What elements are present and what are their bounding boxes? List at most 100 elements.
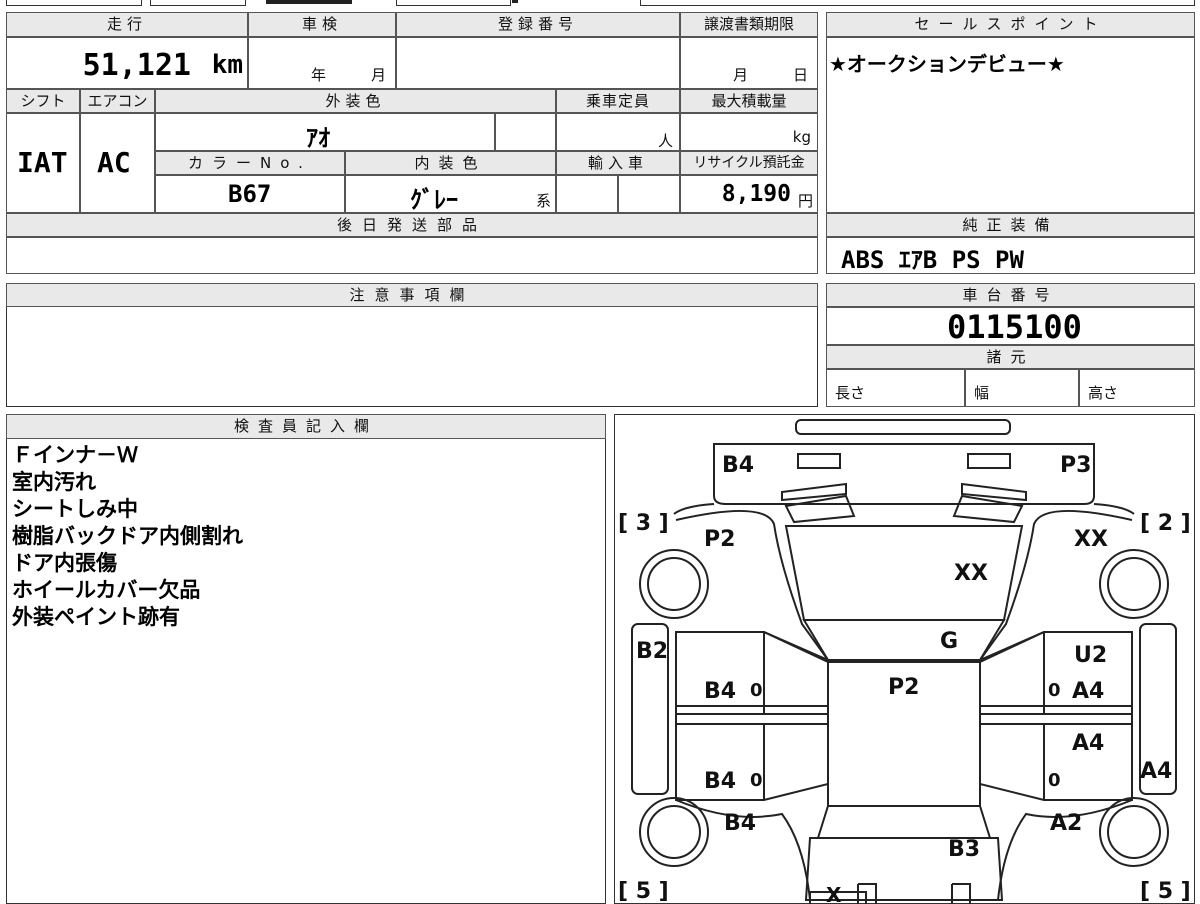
recycle-deposit-value: 8,190 (721, 181, 791, 207)
ac-cell: AC (80, 113, 155, 213)
max-load-unit: kg (792, 128, 811, 146)
mark-p3: P3 (1060, 453, 1091, 478)
bracket-3: [ 3 ] (618, 511, 669, 536)
transfer-deadline-header: 譲渡書類期限 (680, 12, 818, 37)
mark-p2-upper: P2 (704, 527, 735, 552)
length-cell: 長さ (826, 369, 965, 407)
specs-header: 諸元 (826, 345, 1195, 369)
mark-xx-hood: XX (954, 561, 988, 586)
inspector-note-line: 樹脂バックドア内側割れ (12, 524, 243, 548)
import-cell-right (618, 175, 680, 213)
exterior-color-value: ｱｵ (306, 124, 330, 152)
recycle-deposit-cell: 8,190 円 (680, 175, 818, 213)
interior-color-cell: ｸﾞﾚｰ 系 (345, 175, 556, 214)
shift-cell: IAT (6, 113, 80, 213)
inspection-month: 月 (371, 66, 387, 84)
color-no-header: カラーNo. (155, 151, 345, 175)
interior-color-value: ｸﾞﾚｰ (410, 186, 458, 214)
recycle-deposit-unit: 円 (797, 192, 813, 210)
capacity-unit: 人 (657, 132, 673, 150)
mileage-unit: km (211, 50, 243, 80)
notes-body (12, 312, 812, 402)
mileage-value: 51,121 (82, 48, 191, 83)
chassis-number-header: 車台番号 (826, 283, 1195, 307)
height-label: 高さ (1088, 384, 1119, 402)
car-diagram: B4 P3 [ 3 ] [ 2 ] P2 XX XX G B2 U2 B4 0 … (618, 418, 1191, 904)
mark-zero-1: 0 (750, 680, 763, 701)
recycle-deposit-header: リサイクル預託金 (680, 151, 818, 175)
inspection-cell: 年 月 (248, 37, 396, 89)
import-cell-left (556, 175, 618, 213)
later-parts-header: 後日発送部品 (6, 213, 818, 237)
mark-x-bottom: X (826, 883, 842, 904)
standard-equipment-cell: ABS ｴｱB PS PW (826, 237, 1195, 274)
inspector-note-line: シートしみ中 (12, 497, 138, 521)
capacity-cell: 人 (556, 113, 680, 151)
length-label: 長さ (835, 384, 866, 402)
inspection-year: 年 (311, 66, 327, 84)
inspector-note-line: ドア内張傷 (12, 551, 117, 575)
max-load-header: 最大積載量 (680, 89, 818, 113)
shift-header: シフト (6, 89, 80, 113)
sales-point-header: セールスポイント (826, 12, 1195, 37)
inspector-notes: Ｆインナ－Ｗ 室内汚れ シートしみ中 樹脂バックドア内側割れ ドア内張傷 ホイー… (12, 442, 602, 631)
inspector-note-line: 外装ペイント跡有 (12, 605, 180, 629)
mark-zero-2: 0 (1048, 680, 1061, 701)
top-strip (0, 0, 1200, 6)
mark-a4-front-door: A4 (1072, 731, 1104, 756)
mark-u2: U2 (1074, 643, 1107, 668)
exterior-color-extra-cell (495, 113, 556, 151)
bracket-2: [ 2 ] (1140, 511, 1191, 536)
inspector-note-line: Ｆインナ－Ｗ (12, 443, 138, 467)
chassis-number-value: 0115100 (947, 308, 1082, 346)
sales-point-body: ★オークションデビュー★ (826, 37, 1195, 213)
exterior-color-cell: ｱｵ (155, 113, 495, 152)
mark-a4-side: A4 (1140, 759, 1172, 784)
sales-point-text: ★オークションデビュー★ (829, 52, 1065, 76)
mark-b2: B2 (636, 639, 668, 664)
capacity-header: 乗車定員 (556, 89, 680, 113)
inspector-header: 検査員記入欄 (6, 414, 606, 439)
later-parts-cell (6, 237, 818, 274)
inspection-header: 車検 (248, 12, 396, 37)
mark-xx-right: XX (1074, 527, 1108, 552)
width-label: 幅 (974, 384, 990, 402)
mark-a2: A2 (1050, 811, 1082, 836)
mark-b4-top: B4 (722, 453, 754, 478)
mark-b4-rear-door: B4 (704, 679, 736, 704)
color-no-value: B67 (228, 180, 272, 208)
shift-value: IAT (17, 146, 68, 179)
mark-a4-rear-door: A4 (1072, 679, 1104, 704)
standard-equipment-value: ABS ｴｱB PS PW (841, 246, 1024, 274)
standard-equipment-header: 純正装備 (826, 213, 1195, 237)
chassis-number-cell: 0115100 (826, 307, 1195, 346)
color-no-cell: B67 (155, 175, 345, 213)
inspector-note-line: ホイールカバー欠品 (12, 578, 201, 602)
interior-color-suffix: 系 (535, 192, 551, 210)
inspector-note-line: 室内汚れ (12, 470, 96, 494)
import-header: 輸入車 (556, 151, 680, 175)
mark-b4-lower: B4 (724, 811, 756, 836)
transfer-deadline-cell: 月 日 (680, 37, 818, 89)
transfer-month: 月 (733, 66, 749, 84)
mark-b4-front-door: B4 (704, 769, 736, 794)
mark-zero-4: 0 (1048, 770, 1061, 791)
mark-p2-roof: P2 (888, 675, 919, 700)
mark-zero-3: 0 (750, 770, 763, 791)
ac-value: AC (97, 146, 131, 179)
height-cell: 高さ (1079, 369, 1195, 407)
width-cell: 幅 (965, 369, 1079, 407)
mileage-cell: 51,121 km (6, 37, 248, 89)
registration-cell (396, 37, 680, 89)
registration-header: 登録番号 (396, 12, 680, 37)
mileage-header: 走行 (6, 12, 248, 37)
notes-header: 注意事項欄 (6, 283, 818, 307)
ac-header: エアコン (80, 89, 155, 113)
max-load-cell: kg (680, 113, 818, 151)
interior-color-header: 内装色 (345, 151, 556, 175)
mark-g: G (940, 629, 958, 654)
car-diagram-box: B4 P3 [ 3 ] [ 2 ] P2 XX XX G B2 U2 B4 0 … (614, 414, 1195, 904)
transfer-day: 日 (793, 66, 809, 84)
mark-b3: B3 (948, 837, 980, 862)
exterior-color-header: 外装色 (155, 89, 556, 113)
